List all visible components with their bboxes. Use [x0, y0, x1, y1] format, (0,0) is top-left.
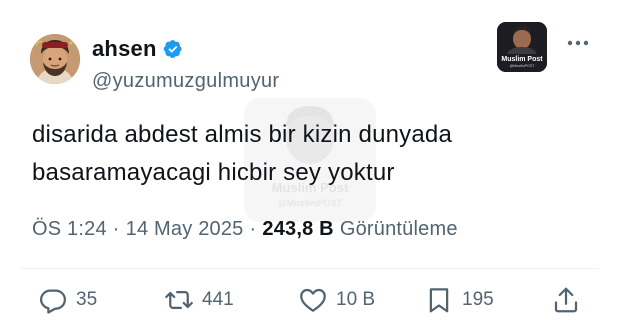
repost-icon [165, 291, 193, 309]
avatar-image [30, 34, 80, 84]
bookmark-icon [429, 288, 449, 313]
action-bar: 35 441 10 B 195 [0, 282, 618, 318]
more-horizontal-icon[interactable] [566, 36, 590, 50]
author-name-row[interactable]: ahsen [92, 36, 183, 62]
watermark-subtitle: @MuslimPOST [277, 198, 343, 208]
tweet-text-line: disarida abdest almis bir kizin dunyada [32, 121, 453, 148]
share-button[interactable] [551, 282, 581, 318]
share-icon [554, 287, 578, 313]
divider [20, 268, 598, 269]
verified-badge-icon [163, 40, 182, 58]
views-count[interactable]: 243,8 B [262, 218, 333, 241]
muslim-post-logo-image: Muslim Post @MuslimPOST [497, 22, 547, 72]
tweet-meta: ÖS 1:24 · 14 May 2025 · 243,8 B Görüntül… [32, 218, 458, 241]
meta-separator: · [249, 218, 257, 240]
views-label[interactable]: Görüntüleme [340, 218, 458, 241]
reply-button[interactable]: 35 [38, 282, 97, 318]
author-handle[interactable]: @yuzumuzgulmuyur [92, 70, 279, 93]
bookmark-button[interactable]: 195 [424, 282, 494, 318]
repost-button[interactable]: 441 [164, 282, 234, 318]
bookmark-count: 195 [462, 289, 494, 310]
tweet-card: ahsen @yuzumuzgulmuyur Muslim Post @Musl… [0, 0, 618, 332]
tweet-time[interactable]: ÖS 1:24 [32, 218, 107, 241]
author-display-name[interactable]: ahsen [92, 36, 157, 62]
svg-text:@MuslimPOST: @MuslimPOST [510, 64, 536, 68]
like-button[interactable]: 10 B [298, 282, 375, 318]
reply-icon [40, 289, 66, 314]
like-count: 10 B [336, 289, 376, 310]
tweet-text: disarida abdest almis bir kizin dunyada … [32, 116, 592, 192]
reply-count: 35 [76, 289, 98, 310]
meta-separator: · [112, 218, 120, 240]
heart-icon [300, 288, 326, 312]
muslim-post-logo: Muslim Post @MuslimPOST [497, 22, 547, 72]
repost-count: 441 [202, 289, 234, 310]
svg-text:Muslim Post: Muslim Post [501, 56, 543, 63]
tweet-text-line: basaramayacagi hicbir sey yoktur [32, 159, 395, 186]
tweet-date[interactable]: 14 May 2025 [126, 218, 244, 241]
avatar[interactable] [30, 34, 80, 84]
